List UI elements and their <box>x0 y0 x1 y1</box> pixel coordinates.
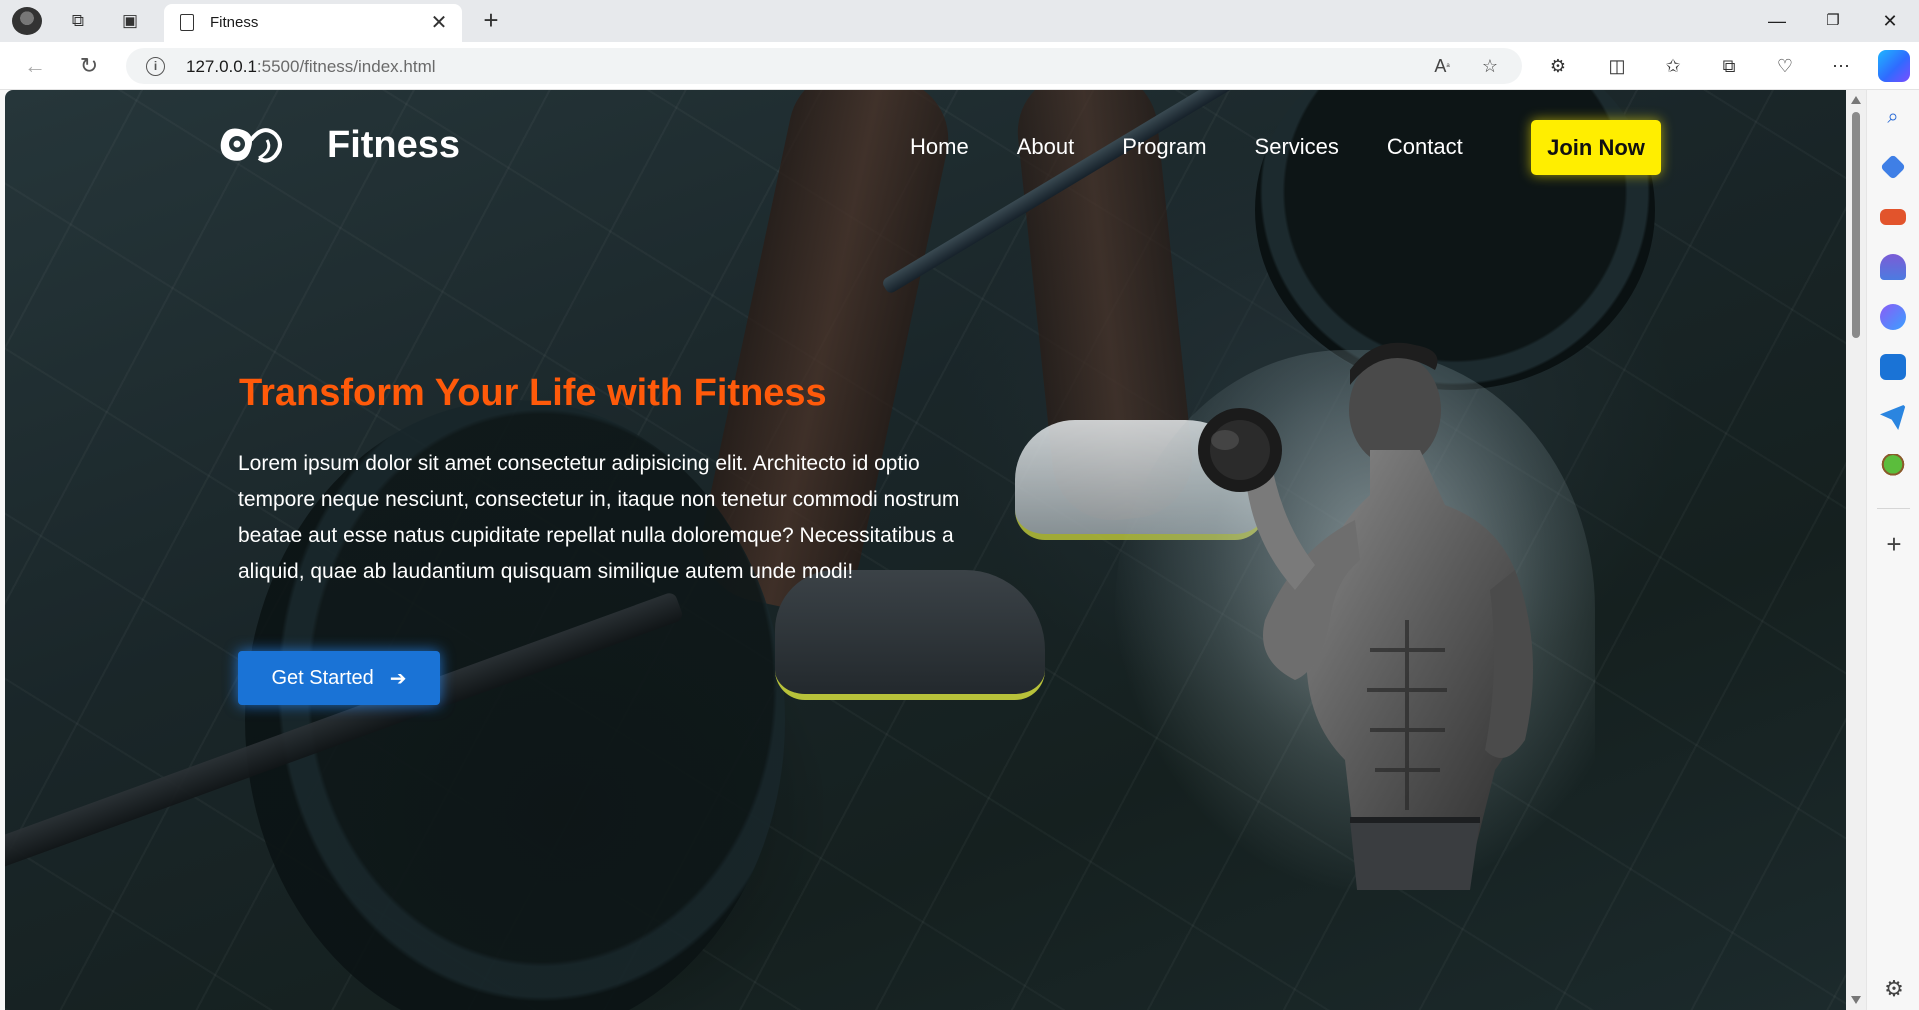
close-tab-icon[interactable]: ✕ <box>426 10 452 36</box>
hero-title: Transform Your Life with Fitness <box>239 372 827 414</box>
collections-icon[interactable]: ⧉ <box>1714 51 1744 81</box>
main-nav: Home About Program Services Contact <box>910 134 1511 160</box>
sidebar-settings-icon[interactable]: ⚙ <box>1881 976 1907 1002</box>
browser-toolbar: ← ↻ i 127.0.0.1:5500/fitness/index.html … <box>0 42 1919 90</box>
split-screen-icon[interactable]: ◫ <box>1602 51 1632 81</box>
nav-home[interactable]: Home <box>910 134 969 160</box>
nav-contact[interactable]: Contact <box>1387 134 1463 160</box>
copilot-icon[interactable] <box>1878 50 1910 82</box>
site-info-icon[interactable]: i <box>146 57 165 76</box>
window-close-icon[interactable]: ✕ <box>1870 6 1910 36</box>
nav-program[interactable]: Program <box>1122 134 1206 160</box>
read-aloud-icon[interactable]: Aᵃ <box>1428 53 1456 79</box>
dumbbell-logo-icon[interactable] <box>215 120 289 170</box>
nav-services[interactable]: Services <box>1255 134 1339 160</box>
search-icon[interactable]: ⌕ <box>1880 104 1906 130</box>
page-icon <box>180 14 194 31</box>
join-now-button[interactable]: Join Now <box>1531 120 1661 175</box>
more-menu-icon[interactable]: ⋯ <box>1826 51 1856 81</box>
favorites-icon[interactable]: ✩ <box>1658 51 1688 81</box>
restore-icon[interactable]: ❐ <box>1813 6 1853 36</box>
nav-about[interactable]: About <box>1017 134 1075 160</box>
scrollbar-thumb[interactable] <box>1852 112 1860 338</box>
brand-name[interactable]: Fitness <box>327 124 460 167</box>
scroll-up-icon[interactable] <box>1851 96 1861 104</box>
site-header: Fitness Home About Program Services Cont… <box>5 90 1846 200</box>
vertical-tabs-icon[interactable]: ▣ <box>116 8 144 34</box>
new-tab-icon[interactable]: + <box>476 6 506 36</box>
games-icon[interactable] <box>1880 254 1906 280</box>
microsoft-365-icon[interactable] <box>1880 304 1906 330</box>
get-started-label: Get Started <box>271 666 374 689</box>
bodybuilder-image <box>1198 342 1533 890</box>
profile-avatar[interactable] <box>12 7 42 35</box>
outlook-icon[interactable] <box>1880 354 1906 380</box>
sidebar-divider <box>1877 508 1910 509</box>
hero-paragraph: Lorem ipsum dolor sit amet consectetur a… <box>238 452 960 583</box>
arrow-right-icon: ➔ <box>389 667 407 690</box>
browser-sidebar: ⌕ + ⚙ <box>1866 90 1919 1010</box>
browser-essentials-icon[interactable]: ♡ <box>1770 51 1800 81</box>
workspaces-icon[interactable]: ⧉ <box>64 8 92 34</box>
back-icon[interactable]: ← <box>20 51 50 81</box>
favorite-star-icon[interactable]: ☆ <box>1476 53 1504 79</box>
browser-tab-bar: ⧉ ▣ Fitness ✕ + — ❐ ✕ <box>0 0 1919 42</box>
add-sidebar-app-icon[interactable]: + <box>1881 531 1907 558</box>
shopping-tag-icon[interactable] <box>1880 154 1906 180</box>
refresh-icon[interactable]: ↻ <box>74 51 104 81</box>
url-text[interactable]: 127.0.0.1:5500/fitness/index.html <box>186 57 436 77</box>
send-icon[interactable] <box>1880 404 1906 430</box>
tree-icon[interactable] <box>1880 454 1906 480</box>
tab-title: Fitness <box>210 14 259 31</box>
extensions-icon[interactable]: ⚙ <box>1543 51 1573 81</box>
scroll-down-icon[interactable] <box>1851 996 1861 1004</box>
browser-tab[interactable]: Fitness ✕ <box>164 4 462 42</box>
page-viewport: Fitness Home About Program Services Cont… <box>5 90 1846 1010</box>
minimize-icon[interactable]: — <box>1757 6 1797 36</box>
page-scrollbar[interactable] <box>1846 90 1866 1010</box>
address-bar[interactable]: i 127.0.0.1:5500/fitness/index.html Aᵃ ☆ <box>126 48 1522 84</box>
get-started-button[interactable]: Get Started ➔ <box>238 651 440 705</box>
tools-briefcase-icon[interactable] <box>1880 209 1906 225</box>
